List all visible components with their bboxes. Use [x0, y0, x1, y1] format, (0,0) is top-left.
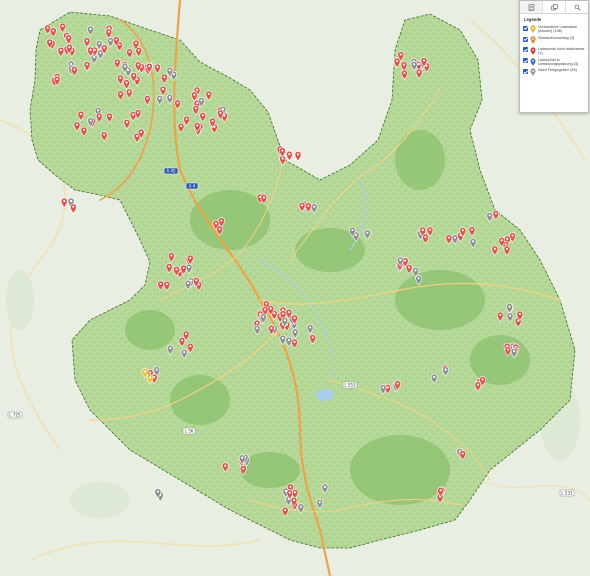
legend-item[interactable]: Ladepunkt nicht realisierbar (1)	[520, 45, 588, 56]
legend-label: Nicht Freigegeben (45)	[538, 68, 577, 73]
road-shield-l725: L 725	[7, 411, 23, 419]
tab-layers[interactable]	[543, 1, 566, 13]
road-shield-a45: A 45	[163, 167, 179, 175]
road-shield-l531: L 531	[559, 489, 575, 497]
search-icon	[574, 4, 581, 11]
legend-list: Vorhandene Ladesäule (Anzahl) (146) Stan…	[520, 24, 588, 78]
svg-text:L 725: L 725	[9, 412, 21, 417]
map-canvas[interactable]: A 45 A 4 L 56 L 553 L 725 L 531	[0, 0, 590, 576]
svg-text:L 56: L 56	[185, 428, 194, 433]
road-shield-l56: L 56	[182, 427, 196, 435]
tab-legend[interactable]	[520, 1, 543, 13]
legend-checkbox[interactable]	[523, 69, 528, 75]
map-control-panel: Legende Vorhandene Ladesäule (Anzahl) (1…	[519, 0, 589, 113]
panel-tabs	[520, 1, 588, 14]
legend-checkbox[interactable]	[523, 36, 528, 42]
list-icon	[528, 3, 534, 11]
road-shield-l553: L 553	[342, 381, 358, 389]
svg-text:A 45: A 45	[166, 168, 176, 173]
copy-icon	[550, 3, 558, 10]
legend-label: Ladepunkt nicht realisierbar (1)	[538, 46, 585, 55]
road-shield-a4: A 4	[185, 182, 199, 190]
grey-pin-icon	[530, 68, 536, 77]
red-pin-icon	[530, 46, 536, 55]
svg-text:L 531: L 531	[561, 490, 573, 495]
legend-item[interactable]: Nicht Freigegeben (45)	[520, 67, 588, 77]
legend-item[interactable]: Ladepunkt in Umsetzungsplanung (3)	[520, 56, 588, 67]
legend-checkbox[interactable]	[523, 47, 528, 53]
legend-title: Legende	[524, 17, 542, 22]
legend-label: Standortvorschlag (3)	[538, 36, 575, 41]
legend-item[interactable]: Standortvorschlag (3)	[520, 35, 588, 45]
svg-text:A 4: A 4	[189, 183, 196, 188]
orange-pin-icon	[530, 36, 536, 44]
legend-checkbox[interactable]	[523, 58, 528, 64]
yellow-pin-icon	[530, 25, 536, 33]
svg-text:L 553: L 553	[344, 382, 356, 387]
blue-pin-icon	[530, 57, 536, 66]
tab-search[interactable]	[566, 1, 588, 13]
legend-item[interactable]: Vorhandene Ladesäule (Anzahl) (146)	[520, 24, 588, 35]
legend-label: Ladepunkt in Umsetzungsplanung (3)	[538, 57, 579, 66]
legend-checkbox[interactable]	[523, 25, 528, 31]
legend-label: Vorhandene Ladesäule (Anzahl) (146)	[538, 25, 578, 34]
